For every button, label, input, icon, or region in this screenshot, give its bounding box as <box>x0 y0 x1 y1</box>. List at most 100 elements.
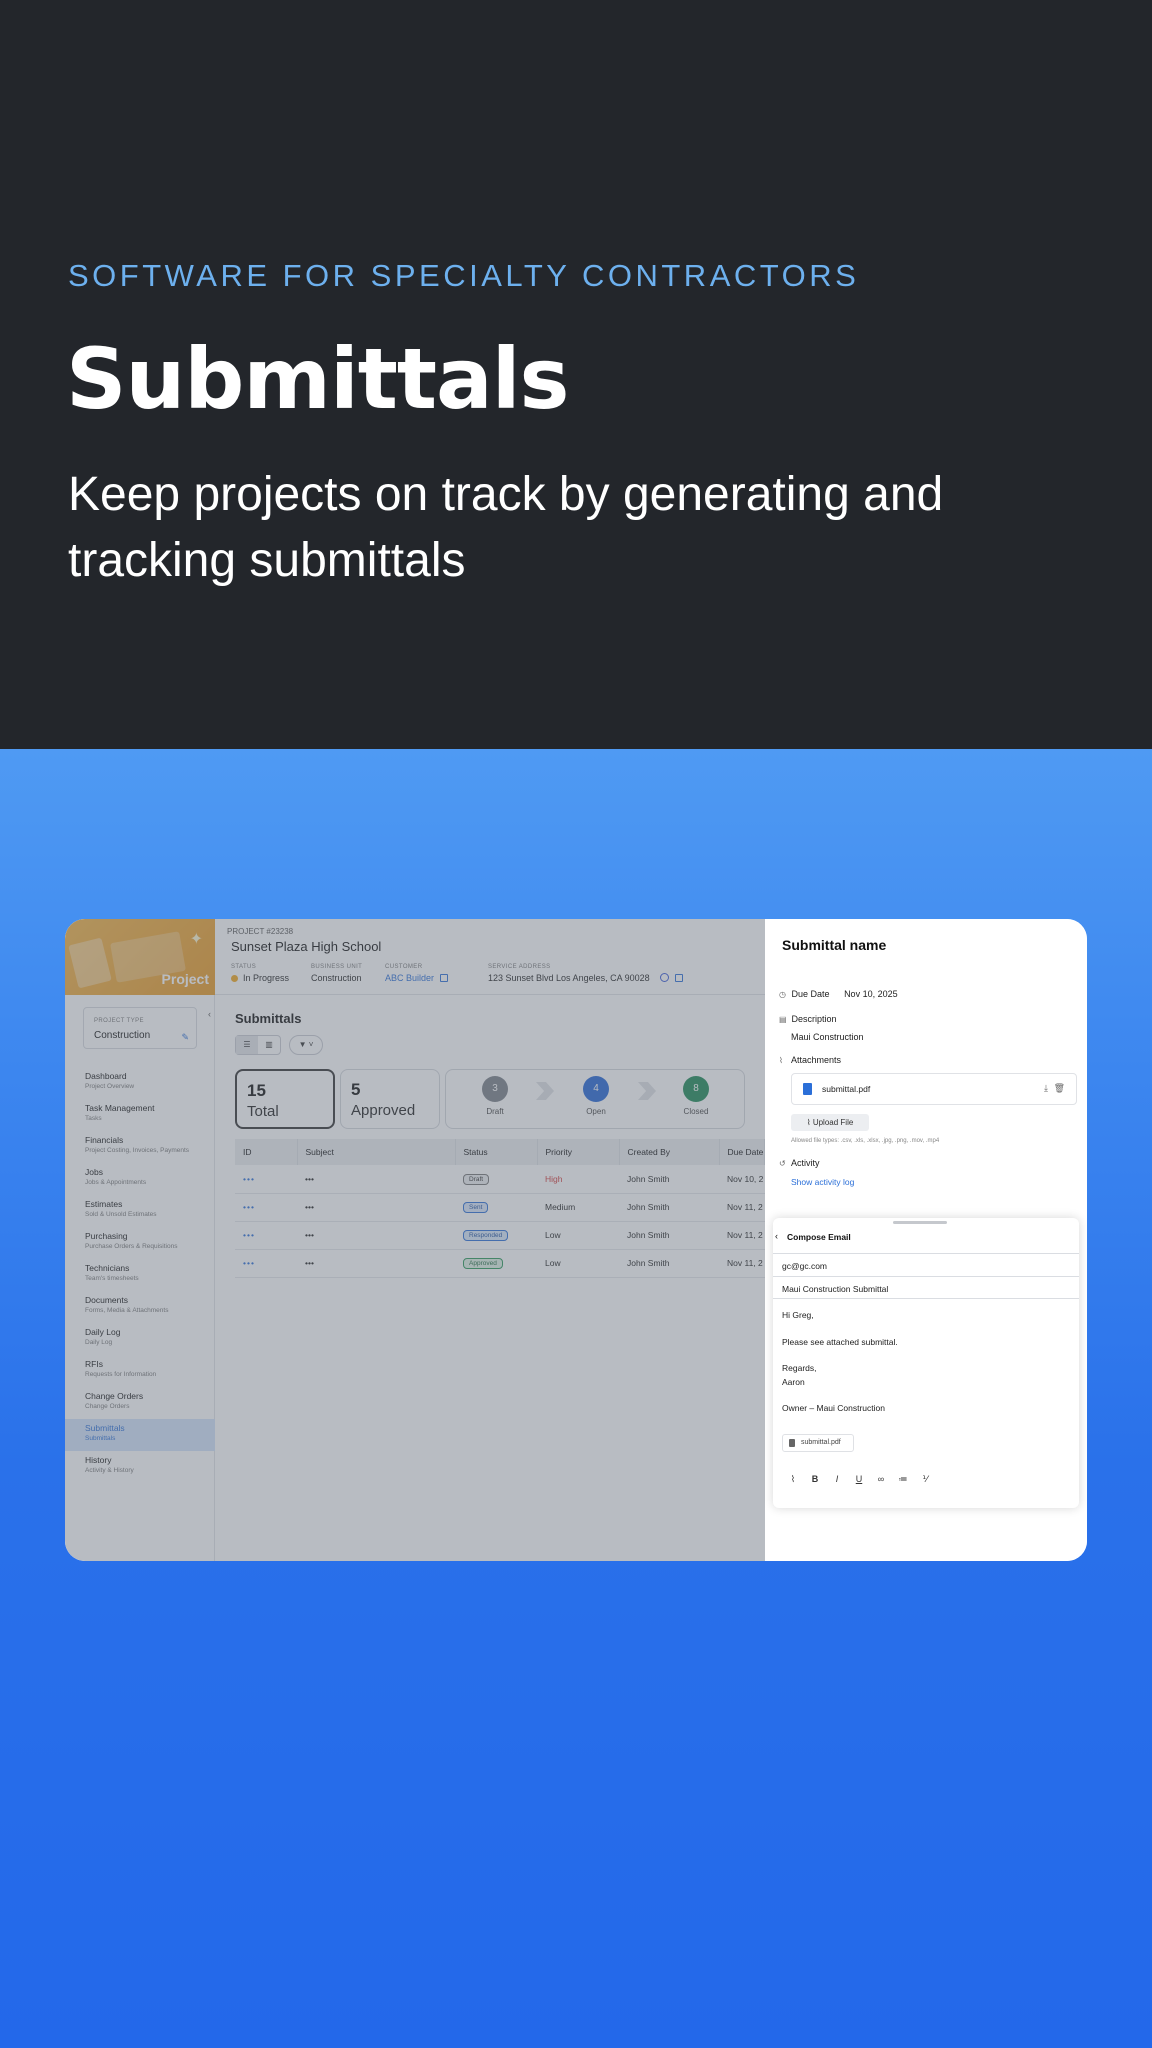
pipeline-step-closed[interactable]: 8 Closed <box>671 1076 721 1116</box>
edit-pencil-icon[interactable]: ✎ <box>181 1032 189 1043</box>
link-icon[interactable]: ∞ <box>875 1474 887 1485</box>
row-created-by: John Smith <box>619 1165 719 1194</box>
due-date-label: Due Date <box>791 989 830 999</box>
table-row[interactable]: ••• ••• Draft High John Smith Nov 10, 2 <box>235 1165 765 1194</box>
table-row[interactable]: ••• ••• Sent Medium John Smith Nov 11, 2 <box>235 1193 765 1222</box>
body-regards: Regards, <box>782 1363 817 1373</box>
pipeline-step-draft[interactable]: 3 Draft <box>470 1076 520 1116</box>
project-tile: ✦ Project <box>65 919 215 995</box>
document-illustration <box>68 937 112 989</box>
hero-subhead: Keep projects on track by generating and… <box>68 468 944 587</box>
sidebar-item-purchasing[interactable]: Purchasing Purchase Orders & Requisitions <box>65 1227 215 1259</box>
stat-total-label: Total <box>247 1103 279 1120</box>
external-link-icon[interactable] <box>440 974 449 982</box>
show-activity-log-link[interactable]: Show activity log <box>791 1177 854 1187</box>
row-due-date: Nov 11, 2 <box>719 1221 765 1250</box>
col-status[interactable]: Status <box>455 1139 538 1165</box>
sidebar-item-dashboard[interactable]: Dashboard Project Overview <box>65 1067 215 1099</box>
col-id[interactable]: ID <box>235 1139 298 1165</box>
filter-icon[interactable]: ▼ ˅ <box>289 1035 323 1055</box>
customer-link[interactable]: ABC Builder <box>385 973 449 983</box>
to-field[interactable]: gc@gc.com <box>773 1253 1079 1276</box>
row-id[interactable]: ••• <box>235 1165 297 1194</box>
table-row[interactable]: ••• ••• Responded Low John Smith Nov 11,… <box>235 1221 765 1250</box>
panel-title: Submittal name <box>782 937 887 953</box>
pipeline-label-closed: Closed <box>683 1107 709 1116</box>
location-icon[interactable] <box>659 973 669 982</box>
address-value: 123 Sunset Blvd Los Angeles, CA 90028 <box>488 973 683 983</box>
due-date-value: Nov 10, 2025 <box>844 989 898 999</box>
row-id[interactable]: ••• <box>235 1221 297 1250</box>
attachment-filename[interactable]: submittal.pdf <box>822 1084 870 1094</box>
bullet-list-icon[interactable]: ≔ <box>897 1474 909 1485</box>
list-view-icon[interactable]: ☰ <box>236 1036 258 1054</box>
row-subject: ••• <box>297 1165 455 1194</box>
back-chevron-icon[interactable]: ‹ <box>775 1231 778 1241</box>
sidebar-item-estimates[interactable]: Estimates Sold & Unsold Estimates <box>65 1195 215 1227</box>
pipeline-label-open: Open <box>586 1107 606 1116</box>
row-priority: High <box>537 1165 619 1194</box>
hero-eyebrow: SOFTWARE FOR SPECIALTY CONTRACTORS <box>68 258 860 293</box>
activity-label: Activity <box>791 1158 820 1168</box>
submittals-table: ID Subject Status Priority Created By Du… <box>235 1139 765 1278</box>
download-icon[interactable]: ⤓ <box>1044 1083 1048 1094</box>
col-priority[interactable]: Priority <box>537 1139 620 1165</box>
sidebar-item-task-management[interactable]: Task Management Tasks <box>65 1099 215 1131</box>
body-greeting: Hi Greg, <box>782 1310 814 1320</box>
description-label: Description <box>791 1014 837 1024</box>
external-link-icon[interactable] <box>674 974 683 982</box>
attachment-item[interactable]: submittal.pdf ⤓ 🗑 <box>791 1073 1077 1105</box>
numbered-list-icon[interactable]: ⅟ <box>919 1474 931 1485</box>
row-created-by: John Smith <box>619 1193 719 1222</box>
pipeline-count-draft: 3 <box>482 1076 508 1102</box>
description-value: Maui Construction <box>791 1032 864 1042</box>
sidebar-item-jobs[interactable]: Jobs Jobs & Appointments <box>65 1163 215 1195</box>
stat-approved-card[interactable]: 5 Approved <box>340 1069 440 1129</box>
bold-icon[interactable]: B <box>809 1474 821 1485</box>
email-body[interactable]: Hi Greg, Please see attached submittal. … <box>782 1309 898 1416</box>
drag-handle[interactable] <box>893 1221 947 1224</box>
sidebar-item-technicians[interactable]: Technicians Team's timesheets <box>65 1259 215 1291</box>
board-view-icon[interactable]: ▥ <box>258 1036 280 1054</box>
sidebar-item-change-orders[interactable]: Change Orders Change Orders <box>65 1387 215 1419</box>
upload-file-button[interactable]: ⌇ Upload File <box>791 1114 869 1131</box>
col-subject[interactable]: Subject <box>297 1139 456 1165</box>
table-row[interactable]: ••• ••• Approved Low John Smith Nov 11, … <box>235 1249 765 1278</box>
attach-icon[interactable]: ⌇ <box>787 1474 799 1485</box>
hero-section: SOFTWARE FOR SPECIALTY CONTRACTORS Submi… <box>0 0 1152 749</box>
row-created-by: John Smith <box>619 1249 719 1278</box>
sidebar-item-financials[interactable]: Financials Project Costing, Invoices, Pay… <box>65 1131 215 1163</box>
sidebar-item-daily-log[interactable]: Daily Log Daily Log <box>65 1323 215 1355</box>
business-unit-meta: BUSINESS UNIT Construction <box>311 964 362 983</box>
activity-row: ↺ Activity <box>779 1158 820 1168</box>
submittals-main: Submittals ☰ ▥ ▼ ˅ 15 Total 5 Approved 3… <box>215 995 765 1561</box>
sidebar-item-history[interactable]: History Activity & History <box>65 1451 215 1483</box>
body-name: Aaron <box>782 1376 805 1387</box>
row-id[interactable]: ••• <box>235 1193 297 1222</box>
collapse-chevron-icon[interactable]: ‹ <box>208 1009 211 1019</box>
sidebar-nav: Dashboard Project Overview Task Managemen… <box>65 1067 215 1483</box>
history-icon: ↺ <box>779 1159 786 1168</box>
compose-email-sheet: ‹ Compose Email gc@gc.com Maui Construct… <box>773 1218 1079 1508</box>
row-status: Sent <box>455 1193 537 1222</box>
app-screenshot-card: ✦ Project PROJECT #23238 Sunset Plaza Hi… <box>65 919 1087 1561</box>
clock-icon: ◷ <box>779 990 786 999</box>
pipeline-step-open[interactable]: 4 Open <box>571 1076 621 1116</box>
subject-field[interactable]: Maui Construction Submittal <box>773 1276 1079 1299</box>
col-due-date[interactable]: Due Date <box>719 1139 765 1165</box>
status-meta: STATUS In Progress <box>231 964 289 983</box>
stat-approved-number: 5 <box>351 1080 361 1099</box>
stat-total-card[interactable]: 15 Total <box>235 1069 335 1129</box>
sidebar-item-submittals[interactable]: Submittals Submittals <box>65 1419 215 1451</box>
row-subject: ••• <box>297 1221 455 1250</box>
email-attachment-chip[interactable]: submittal.pdf <box>782 1434 854 1452</box>
sidebar-item-rfis[interactable]: RFIs Requests for Information <box>65 1355 215 1387</box>
row-id[interactable]: ••• <box>235 1249 297 1278</box>
trash-icon[interactable]: 🗑 <box>1054 1083 1065 1094</box>
row-status: Draft <box>455 1165 537 1194</box>
sidebar-item-documents[interactable]: Documents Forms, Media & Attachments <box>65 1291 215 1323</box>
underline-icon[interactable]: U <box>853 1474 865 1485</box>
row-due-date: Nov 11, 2 <box>719 1249 765 1278</box>
col-created-by[interactable]: Created By <box>619 1139 720 1165</box>
italic-icon[interactable]: I <box>831 1474 843 1485</box>
